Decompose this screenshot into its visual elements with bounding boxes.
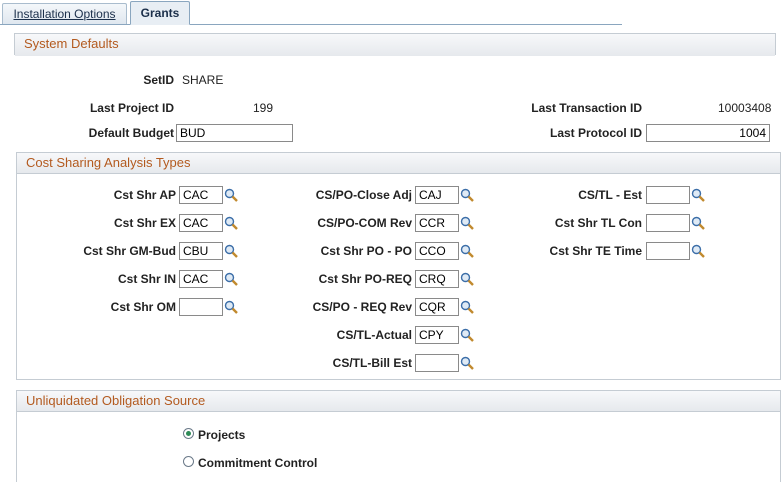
cst-shr-te-time-label: Cst Shr TE Time [549, 244, 642, 258]
cost-sharing-title: Cost Sharing Analysis Types [26, 155, 191, 170]
tab-installation-options[interactable]: Installation Options [2, 3, 127, 24]
last-protocol-id-label: Last Protocol ID [549, 126, 642, 140]
default-budget-input[interactable]: BUD [176, 124, 293, 142]
cst-shr-om-label: Cst Shr OM [110, 300, 176, 314]
cost-sharing-header: Cost Sharing Analysis Types [17, 153, 780, 174]
tab-grants-label: Grants [140, 6, 180, 20]
cst-shr-po-po-input[interactable]: CCO [415, 242, 459, 260]
last-protocol-id-input[interactable]: 1004 [646, 124, 770, 142]
cst-shr-te-time-input[interactable] [646, 242, 690, 260]
setid-label: SetID [143, 73, 174, 87]
projects-radio[interactable] [183, 428, 194, 439]
cs-tl-actual-input[interactable]: CPY [415, 326, 459, 344]
system-defaults-header: System Defaults [15, 34, 775, 56]
tab-bar-line [0, 24, 622, 25]
cs-po-req-rev-input[interactable]: CQR [415, 298, 459, 316]
cst-shr-po-req-label: Cst Shr PO-REQ [318, 272, 412, 286]
magnifier-lookup-icon[interactable] [224, 244, 238, 258]
cs-po-close-adj-input[interactable]: CAJ [415, 186, 459, 204]
magnifier-lookup-icon[interactable] [460, 244, 474, 258]
magnifier-lookup-icon[interactable] [460, 216, 474, 230]
last-project-id-value: 199 [253, 101, 274, 115]
cs-po-close-adj-label: CS/PO-Close Adj [315, 188, 412, 202]
setid-value: SHARE [182, 73, 224, 87]
cs-tl-bill-est-input[interactable] [415, 354, 459, 372]
cs-tl-est-label: CS/TL - Est [578, 188, 642, 202]
unliquidated-obligation-title: Unliquidated Obligation Source [26, 393, 206, 408]
tab-grants[interactable]: Grants [130, 1, 190, 25]
unliquidated-obligation-header: Unliquidated Obligation Source [17, 391, 780, 412]
commitment-control-radio[interactable] [183, 456, 194, 467]
cs-tl-bill-est-label: CS/TL-Bill Est [332, 356, 412, 370]
cst-shr-tl-con-label: Cst Shr TL Con [554, 216, 642, 230]
magnifier-lookup-icon[interactable] [460, 328, 474, 342]
cst-shr-gm-bud-label: Cst Shr GM-Bud [83, 244, 176, 258]
cst-shr-ap-input[interactable]: CAC [179, 186, 223, 204]
last-transaction-id-value: 10003408 [718, 101, 772, 115]
cst-shr-po-req-input[interactable]: CRQ [415, 270, 459, 288]
commitment-control-radio-label[interactable]: Commitment Control [198, 456, 317, 470]
last-transaction-id-label: Last Transaction ID [531, 101, 642, 115]
magnifier-lookup-icon[interactable] [224, 300, 238, 314]
system-defaults-group: System Defaults [14, 33, 776, 56]
projects-radio-label[interactable]: Projects [198, 428, 245, 442]
magnifier-lookup-icon[interactable] [460, 188, 474, 202]
cst-shr-ap-label: Cst Shr AP [113, 188, 176, 202]
system-defaults-title: System Defaults [24, 36, 119, 51]
cs-po-com-rev-label: CS/PO-COM Rev [317, 216, 412, 230]
cst-shr-in-input[interactable]: CAC [179, 270, 223, 288]
magnifier-lookup-icon[interactable] [224, 216, 238, 230]
tab-installation-options-label: Installation Options [13, 7, 116, 21]
magnifier-lookup-icon[interactable] [691, 216, 705, 230]
cs-po-req-rev-label: CS/PO - REQ Rev [312, 300, 412, 314]
last-project-id-label: Last Project ID [89, 101, 174, 115]
magnifier-lookup-icon[interactable] [224, 272, 238, 286]
unliquidated-obligation-group: Unliquidated Obligation Source [16, 390, 781, 482]
magnifier-lookup-icon[interactable] [691, 188, 705, 202]
cst-shr-in-label: Cst Shr IN [117, 272, 176, 286]
magnifier-lookup-icon[interactable] [691, 244, 705, 258]
cst-shr-po-po-label: Cst Shr PO - PO [320, 244, 412, 258]
cst-shr-om-input[interactable] [179, 298, 223, 316]
magnifier-lookup-icon[interactable] [224, 188, 238, 202]
cst-shr-gm-bud-input[interactable]: CBU [179, 242, 223, 260]
magnifier-lookup-icon[interactable] [460, 356, 474, 370]
magnifier-lookup-icon[interactable] [460, 272, 474, 286]
cst-shr-ex-input[interactable]: CAC [179, 214, 223, 232]
default-budget-label: Default Budget [88, 126, 174, 140]
cst-shr-tl-con-input[interactable] [646, 214, 690, 232]
cs-po-com-rev-input[interactable]: CCR [415, 214, 459, 232]
cst-shr-ex-label: Cst Shr EX [113, 216, 176, 230]
cs-tl-est-input[interactable] [646, 186, 690, 204]
magnifier-lookup-icon[interactable] [460, 300, 474, 314]
cs-tl-actual-label: CS/TL-Actual [336, 328, 412, 342]
